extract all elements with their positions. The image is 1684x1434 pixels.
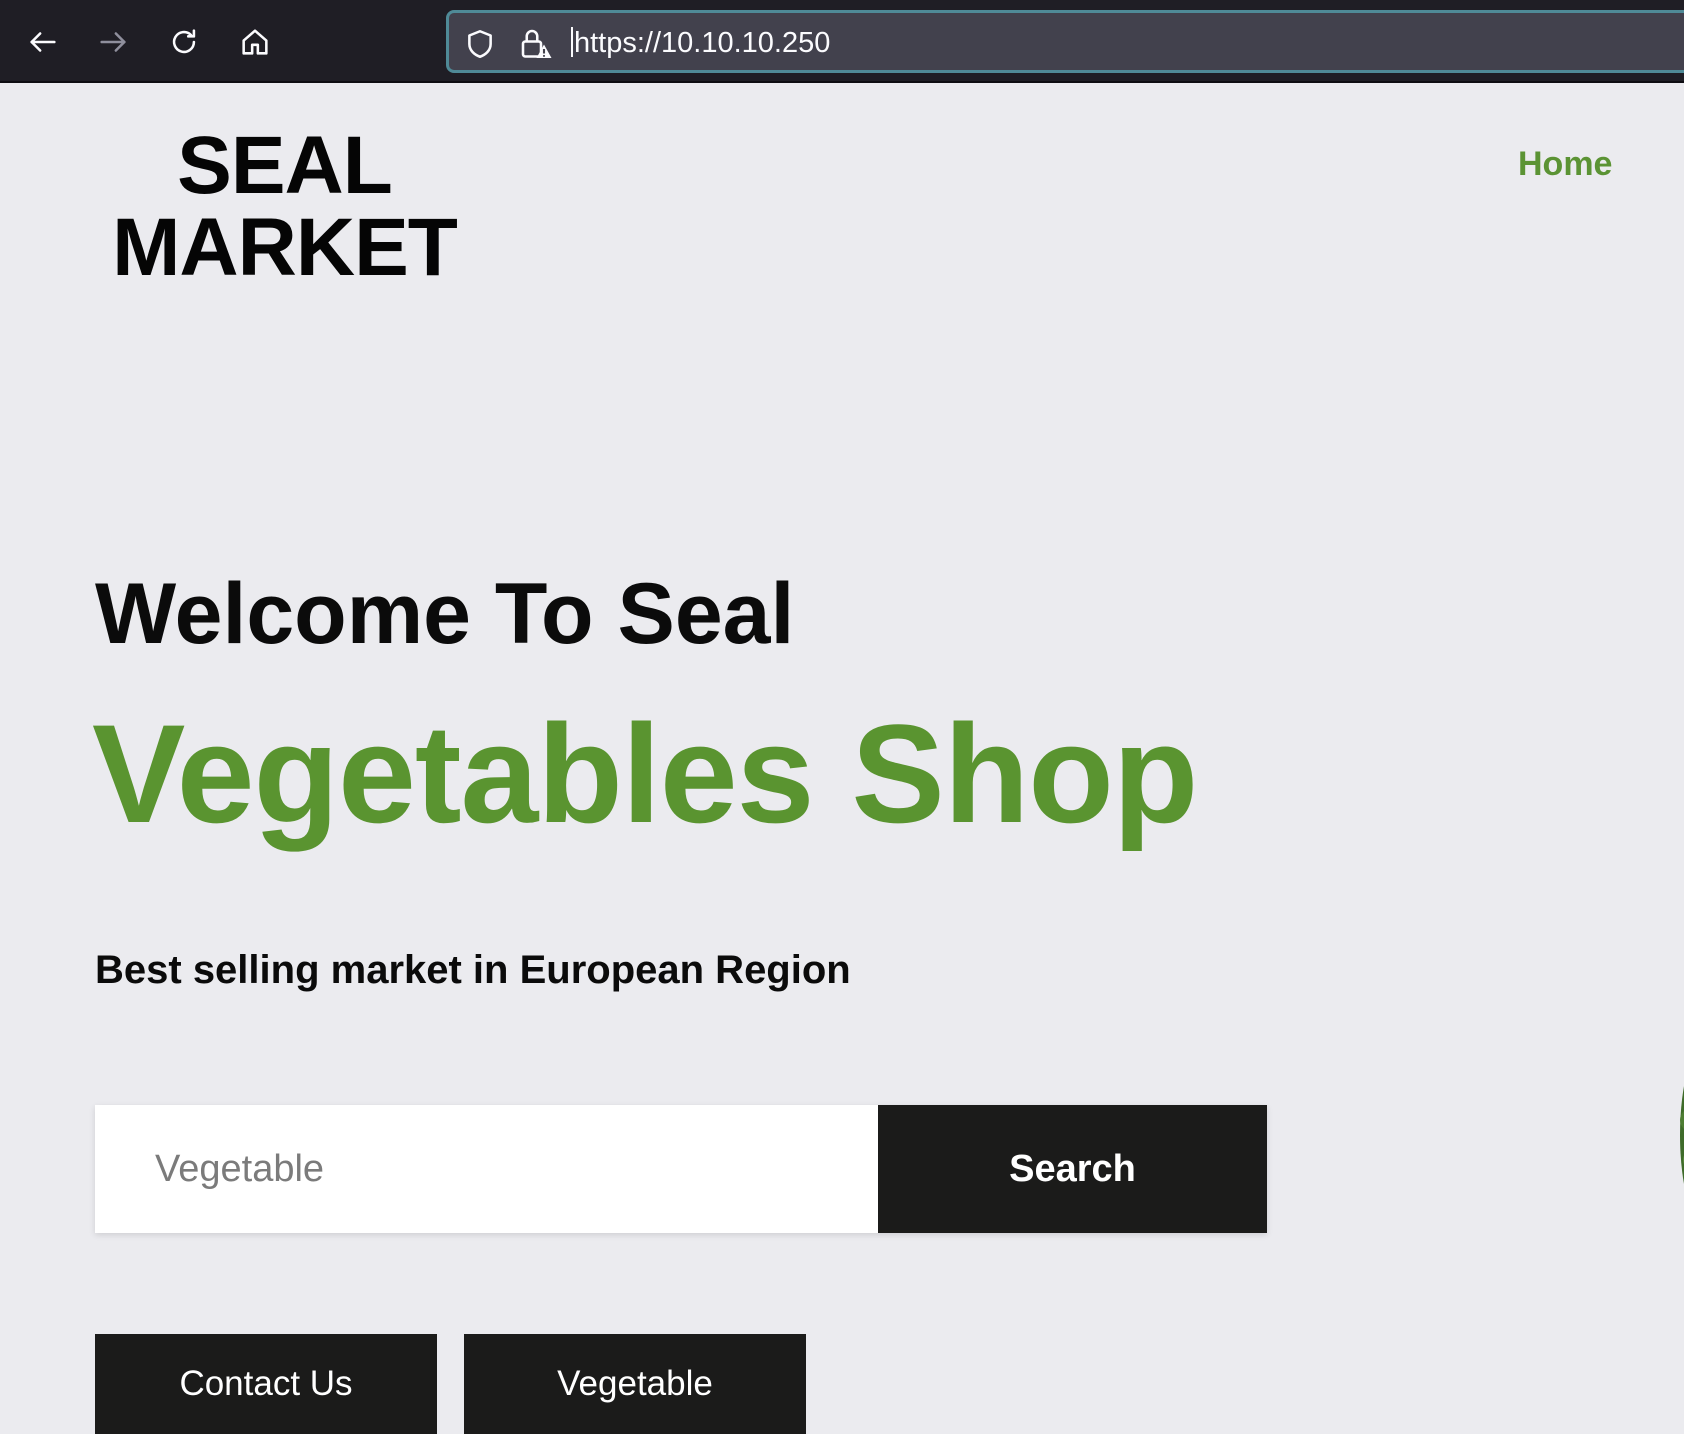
search-form: Search xyxy=(95,1105,1267,1233)
reload-button[interactable] xyxy=(160,18,208,66)
reload-icon xyxy=(172,29,196,54)
lock-warning-icon[interactable] xyxy=(517,25,553,61)
nav-link-home[interactable]: Home xyxy=(1518,145,1612,184)
back-button[interactable] xyxy=(19,18,67,66)
contact-us-button[interactable]: Contact Us xyxy=(95,1334,437,1434)
page-content: SEAL MARKET Home Welcome To Seal Vegetab… xyxy=(0,85,1684,1434)
home-icon xyxy=(242,29,268,55)
shop-title: Vegetables Shop xyxy=(92,695,1198,852)
logo-line-1: SEAL xyxy=(177,120,393,211)
search-button[interactable]: Search xyxy=(878,1105,1267,1233)
vegetable-image xyxy=(1680,1086,1684,1184)
search-input[interactable] xyxy=(95,1105,878,1233)
vegetable-button[interactable]: Vegetable xyxy=(464,1334,806,1434)
forward-arrow-icon xyxy=(100,32,126,52)
site-logo[interactable]: SEAL MARKET xyxy=(112,120,458,293)
logo-line-2: MARKET xyxy=(112,202,458,293)
welcome-heading: Welcome To Seal xyxy=(95,566,795,662)
forward-button[interactable] xyxy=(89,18,137,66)
shield-icon[interactable] xyxy=(463,27,497,61)
tagline: Best selling market in European Region xyxy=(95,948,851,992)
home-button[interactable] xyxy=(231,18,279,66)
url-text[interactable]: https://10.10.10.250 xyxy=(571,27,830,60)
address-bar[interactable]: https://10.10.10.250 xyxy=(446,10,1684,73)
back-arrow-icon xyxy=(30,32,56,52)
browser-toolbar: https://10.10.10.250 xyxy=(0,0,1684,83)
text-caret xyxy=(571,27,573,57)
url-value: https://10.10.10.250 xyxy=(574,27,831,59)
